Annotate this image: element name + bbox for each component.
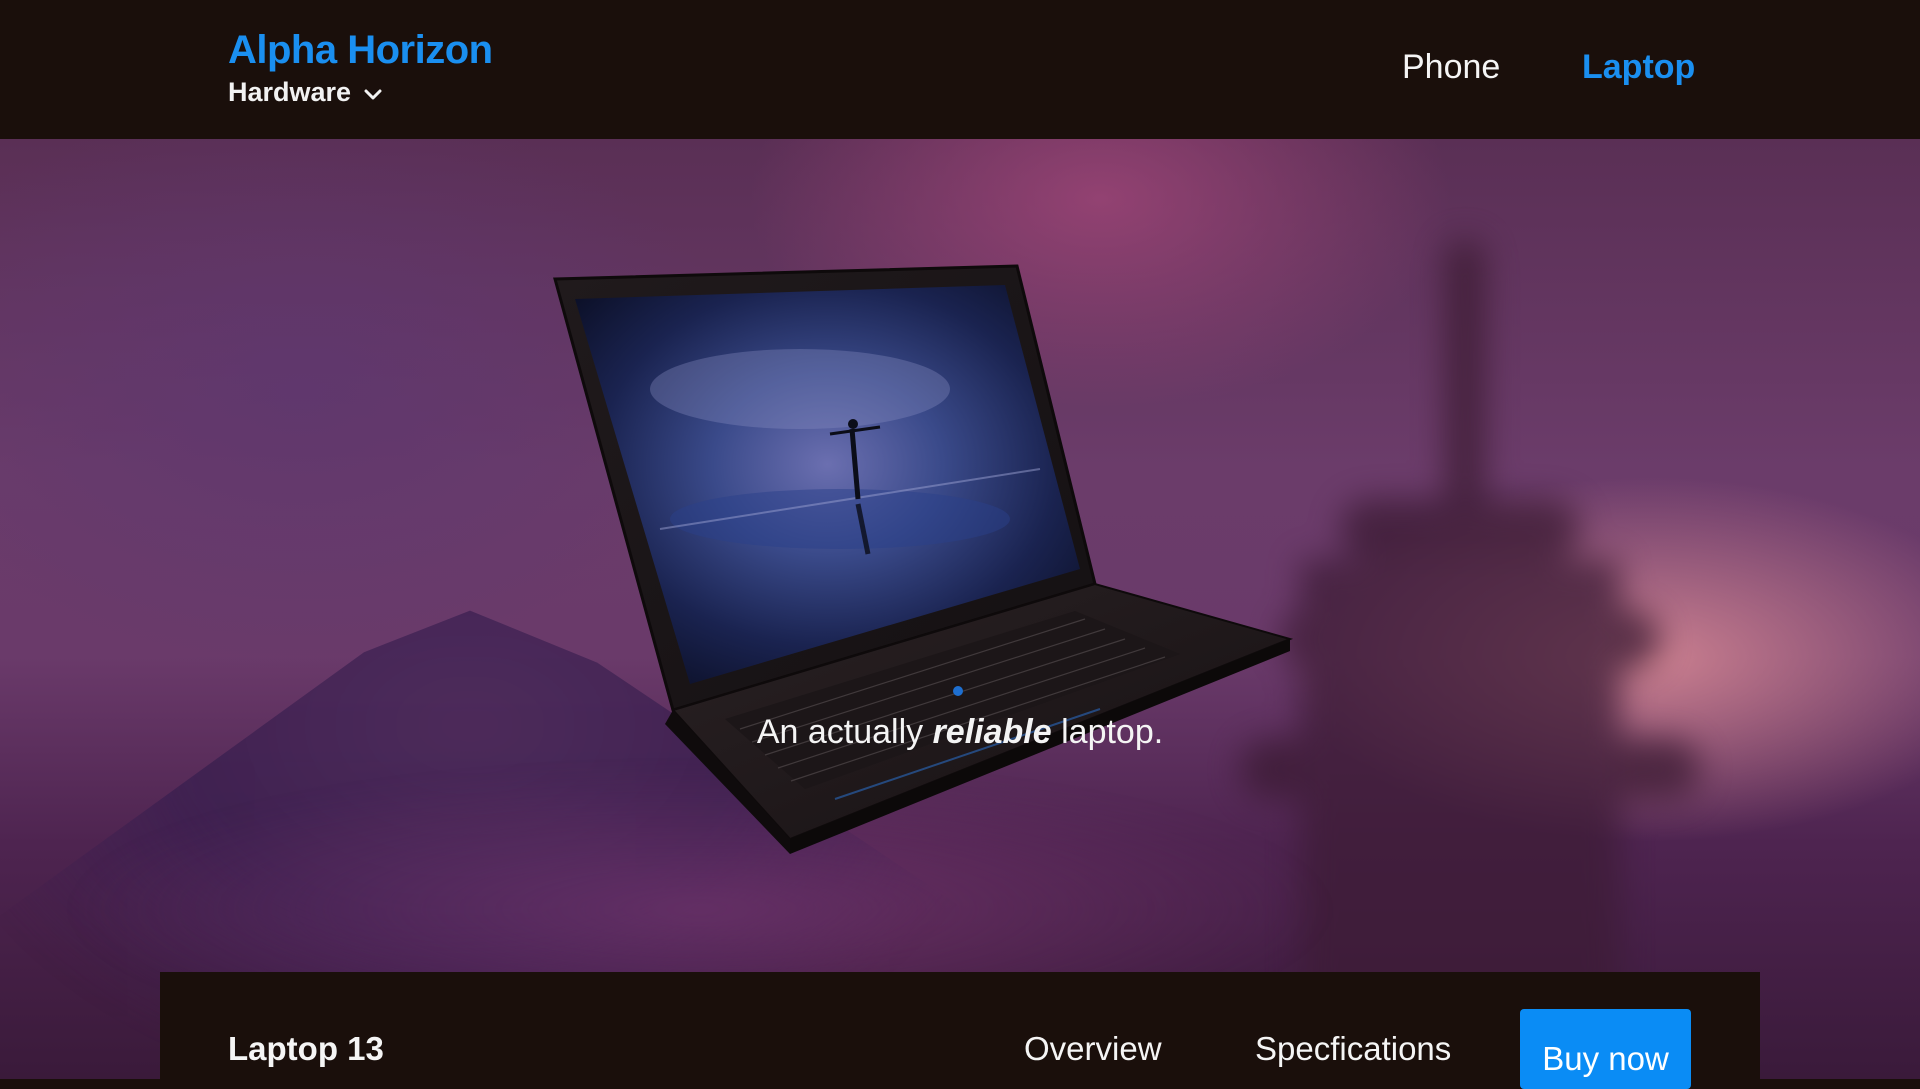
brand-logo[interactable]: Alpha Horizon bbox=[228, 28, 493, 73]
category-dropdown[interactable]: Hardware bbox=[228, 77, 383, 108]
laptop-product-image bbox=[553, 264, 1294, 854]
tagline-text-start: An actually bbox=[756, 713, 933, 751]
tagline-text-end: laptop. bbox=[1051, 713, 1164, 751]
subnav-specifications-link[interactable]: Specfications bbox=[1255, 1030, 1451, 1068]
tagline-emphasis: reliable bbox=[932, 713, 1052, 751]
chevron-down-icon bbox=[364, 89, 382, 99]
nav-link-phone[interactable]: Phone bbox=[1402, 48, 1500, 87]
product-subnav: Laptop 13 Overview Specfications Buy now bbox=[160, 972, 1760, 1089]
hero-tagline: An actually reliable laptop. bbox=[0, 713, 1920, 752]
hero-section: An actually reliable laptop. bbox=[0, 139, 1920, 1079]
category-label: Hardware bbox=[228, 77, 352, 107]
subnav-overview-link[interactable]: Overview bbox=[1024, 1030, 1162, 1068]
buy-now-button[interactable]: Buy now bbox=[1520, 1009, 1691, 1089]
top-navbar: Alpha Horizon Hardware Phone Laptop bbox=[0, 0, 1920, 139]
product-name: Laptop 13 bbox=[228, 1030, 384, 1067]
nav-link-laptop[interactable]: Laptop bbox=[1582, 48, 1695, 87]
